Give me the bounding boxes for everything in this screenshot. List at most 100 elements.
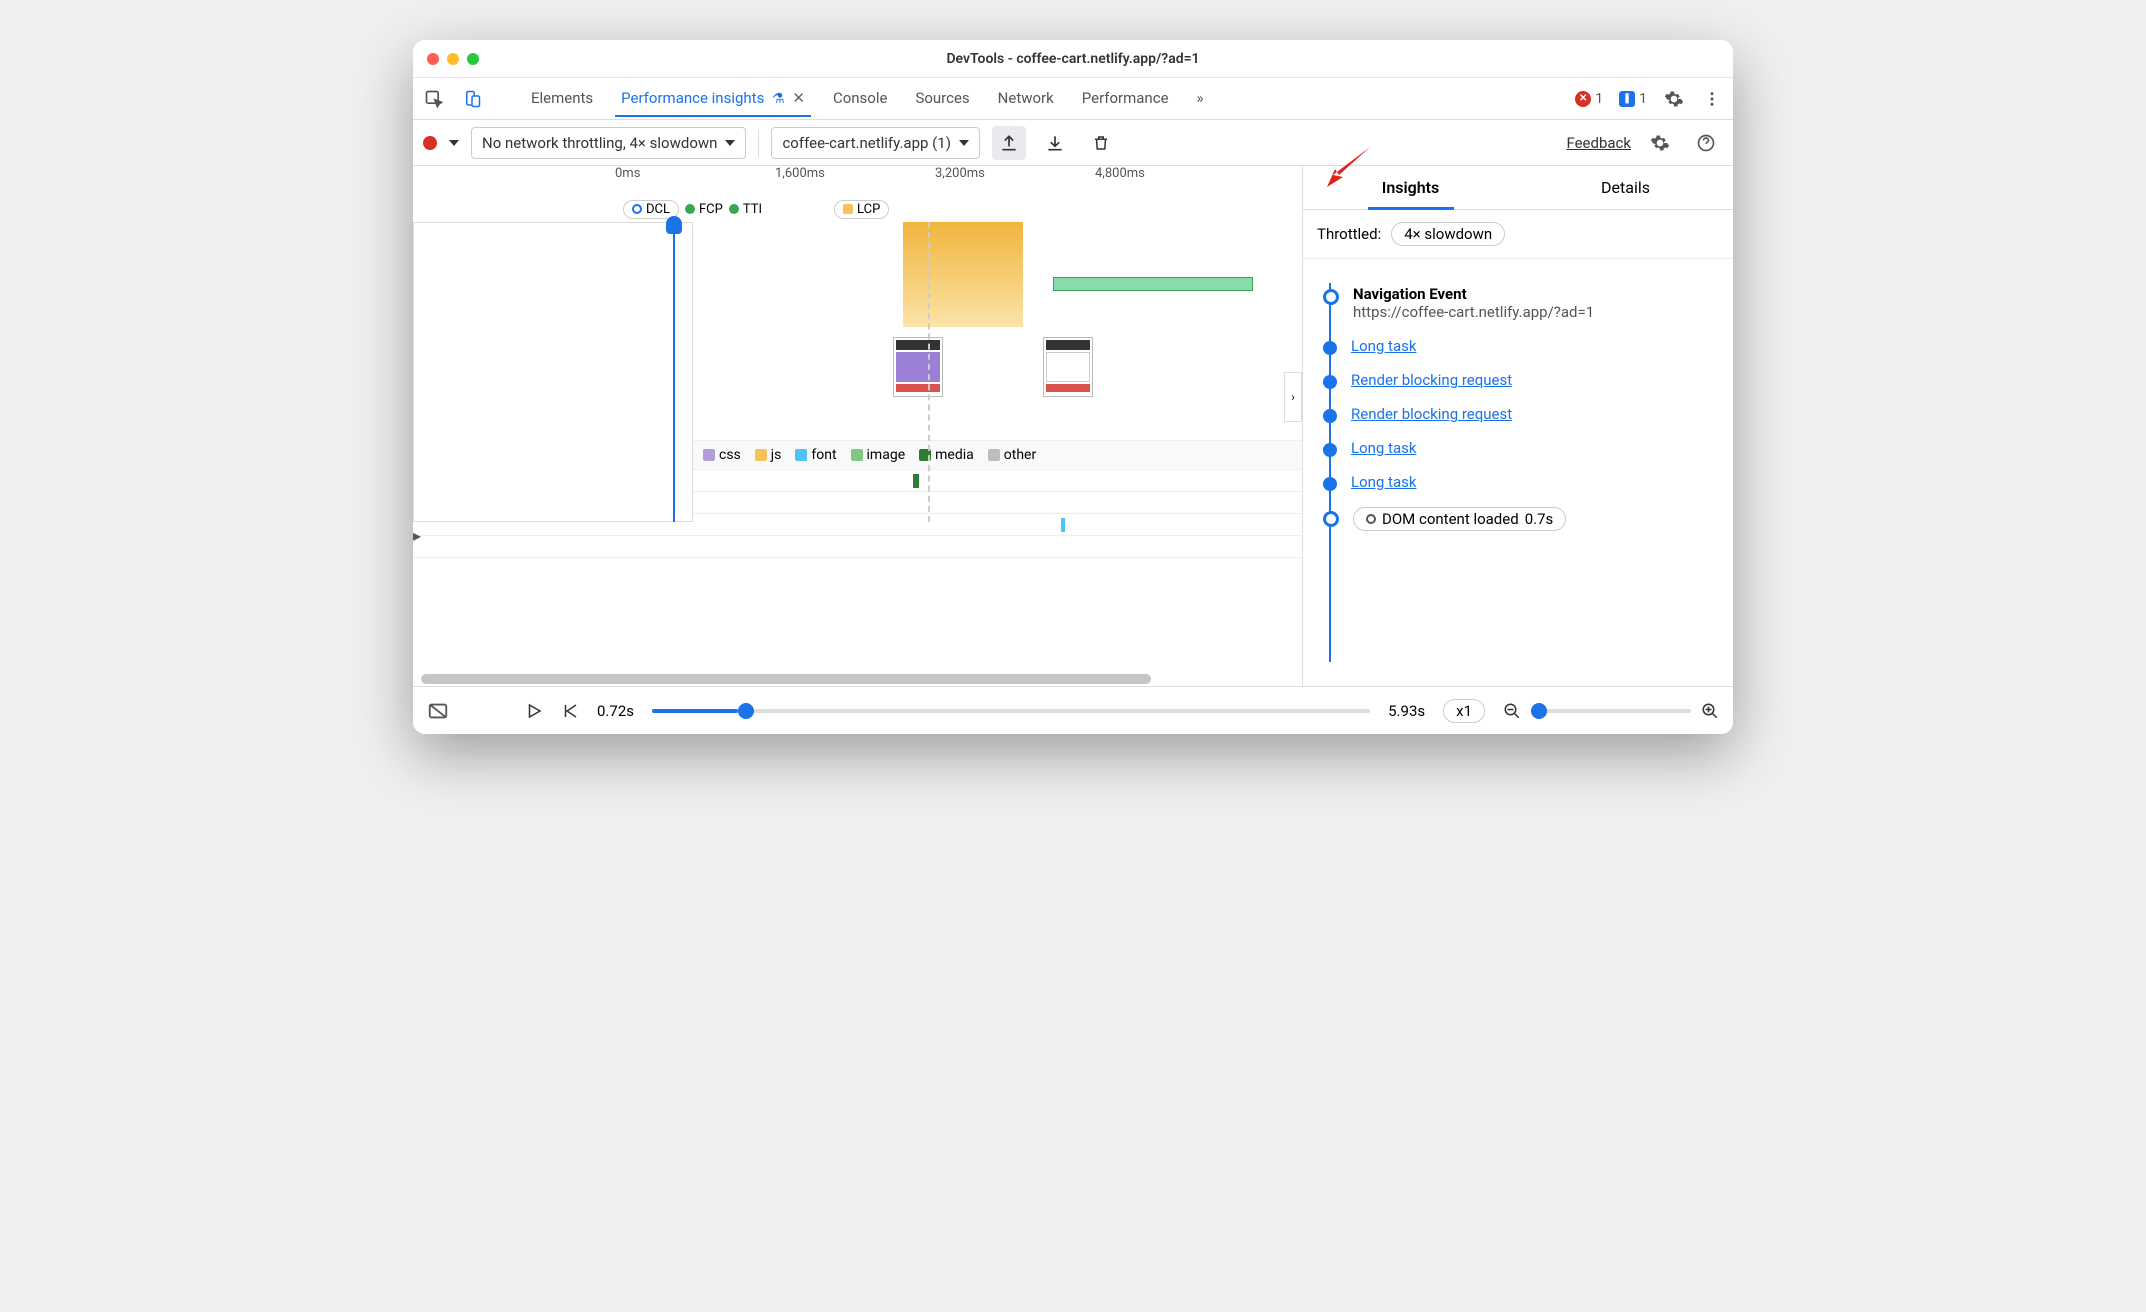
bullet-icon <box>1323 511 1339 527</box>
marker-tti[interactable]: TTI <box>729 202 762 217</box>
overview-track[interactable]: css js font image media other › <box>413 222 1302 522</box>
marker-fcp[interactable]: FCP <box>685 202 723 217</box>
help-icon[interactable] <box>1689 126 1723 160</box>
tab-elements[interactable]: Elements <box>525 81 599 116</box>
tab-sources[interactable]: Sources <box>909 81 975 116</box>
feedback-link[interactable]: Feedback <box>1566 134 1631 152</box>
bullet-icon <box>1323 289 1339 305</box>
main-thread-block[interactable] <box>903 222 1023 327</box>
chevron-down-icon <box>725 138 735 148</box>
device-toolbar-icon[interactable] <box>461 88 483 110</box>
expand-track-icon[interactable]: ▸ <box>413 526 427 540</box>
dcl-label: DOM content loaded <box>1382 510 1519 528</box>
dcl-time: 0.7s <box>1525 510 1554 528</box>
import-button[interactable] <box>1038 126 1072 160</box>
record-menu-icon[interactable] <box>449 138 459 148</box>
ruler-tick: 3,200ms <box>929 166 1089 196</box>
record-button[interactable] <box>423 136 437 150</box>
scrubber[interactable] <box>652 709 1370 713</box>
filmstrip-blank <box>413 222 693 522</box>
message-count: 1 <box>1639 91 1647 107</box>
zoom-out-icon[interactable] <box>1503 702 1521 720</box>
message-badge[interactable]: ❚ 1 <box>1619 91 1647 107</box>
minimize-window-icon[interactable] <box>447 53 459 65</box>
devtools-window: DevTools - coffee-cart.netlify.app/?ad=1… <box>413 40 1733 734</box>
bullet-icon <box>1323 375 1337 389</box>
settings-icon[interactable] <box>1663 88 1685 110</box>
main-area: 0ms 1,600ms 3,200ms 4,800ms DCL FCP TTI … <box>413 166 1733 686</box>
export-button[interactable] <box>992 126 1026 160</box>
zoom-window-icon[interactable] <box>467 53 479 65</box>
throttling-value: No network throttling, 4× slowdown <box>482 134 717 152</box>
inspect-icon[interactable] <box>423 88 445 110</box>
throttle-info: Throttled: 4× slowdown <box>1303 210 1733 259</box>
delete-button[interactable] <box>1084 126 1118 160</box>
playhead[interactable] <box>673 222 675 522</box>
close-tab-icon[interactable]: ✕ <box>792 89 805 107</box>
kebab-menu-icon[interactable] <box>1701 88 1723 110</box>
throttle-label: Throttled: <box>1317 225 1381 243</box>
screenshot-thumb[interactable] <box>1043 337 1093 397</box>
play-icon[interactable] <box>525 702 543 720</box>
bullet-icon <box>1323 409 1337 423</box>
rewind-icon[interactable] <box>561 702 579 720</box>
tab-console[interactable]: Console <box>827 81 894 116</box>
ruler-tick: 4,800ms <box>1089 166 1249 196</box>
insight-dcl[interactable]: DOM content loaded 0.7s <box>1323 507 1719 531</box>
marker-lcp[interactable]: LCP <box>834 200 889 219</box>
tab-performance-insights[interactable]: Performance insights ⚗ ✕ <box>615 81 811 116</box>
separator <box>758 129 759 157</box>
insight-item[interactable]: Render blocking request <box>1323 371 1719 389</box>
nav-event-title: Navigation Event <box>1353 285 1594 303</box>
insight-link[interactable]: Long task <box>1351 473 1416 491</box>
traffic-lights <box>427 53 479 65</box>
screenshot-thumb[interactable] <box>893 337 943 397</box>
zoom-in-icon[interactable] <box>1701 702 1719 720</box>
toolbar: No network throttling, 4× slowdown coffe… <box>413 120 1733 166</box>
annotation-arrow-icon <box>1325 145 1375 189</box>
greenblock[interactable] <box>1053 277 1253 291</box>
playback-bar: 0.72s 5.93s x1 <box>413 686 1733 734</box>
sidebar-panel: Insights Details Throttled: 4× slowdown … <box>1303 166 1733 686</box>
time-ruler[interactable]: 0ms 1,600ms 3,200ms 4,800ms <box>413 166 1302 196</box>
insight-navigation[interactable]: Navigation Event https://coffee-cart.net… <box>1323 285 1719 321</box>
tab-details[interactable]: Details <box>1518 166 1733 209</box>
expand-sidebar-icon[interactable]: › <box>1284 372 1302 422</box>
insight-link[interactable]: Render blocking request <box>1351 405 1512 423</box>
throttling-select[interactable]: No network throttling, 4× slowdown <box>471 127 746 159</box>
tab-more[interactable]: » <box>1191 81 1210 116</box>
chevron-down-icon <box>959 138 969 148</box>
ruler-tick: 0ms <box>609 166 769 196</box>
error-icon: ✕ <box>1575 91 1591 107</box>
error-badge[interactable]: ✕ 1 <box>1575 91 1603 107</box>
error-count: 1 <box>1595 91 1603 107</box>
insight-item[interactable]: Long task <box>1323 473 1719 491</box>
zoom-slider[interactable] <box>1531 709 1691 713</box>
insight-link[interactable]: Render blocking request <box>1351 371 1512 389</box>
target-select[interactable]: coffee-cart.netlify.app (1) <box>771 127 979 159</box>
close-window-icon[interactable] <box>427 53 439 65</box>
timeline-panel: 0ms 1,600ms 3,200ms 4,800ms DCL FCP TTI … <box>413 166 1303 686</box>
speed-chip[interactable]: x1 <box>1443 699 1485 723</box>
target-value: coffee-cart.netlify.app (1) <box>782 134 950 152</box>
insight-item[interactable]: Long task <box>1323 337 1719 355</box>
panel-settings-icon[interactable] <box>1643 126 1677 160</box>
insight-link[interactable]: Long task <box>1351 337 1416 355</box>
tab-performance[interactable]: Performance <box>1076 81 1175 116</box>
main-tabbar: Elements Performance insights ⚗ ✕ Consol… <box>413 78 1733 120</box>
titlebar: DevTools - coffee-cart.netlify.app/?ad=1 <box>413 40 1733 78</box>
bullet-icon <box>1323 477 1337 491</box>
insight-item[interactable]: Render blocking request <box>1323 405 1719 423</box>
insight-link[interactable]: Long task <box>1351 439 1416 457</box>
h-scrollbar[interactable] <box>413 672 1302 686</box>
tab-network[interactable]: Network <box>992 81 1060 116</box>
insights-list: Navigation Event https://coffee-cart.net… <box>1303 259 1733 686</box>
marker-line <box>928 222 930 522</box>
throttle-chip: 4× slowdown <box>1391 222 1505 246</box>
insight-item[interactable]: Long task <box>1323 439 1719 457</box>
zoom-controls <box>1503 702 1719 720</box>
toggle-visibility-icon[interactable] <box>427 700 449 722</box>
marker-row: DCL FCP TTI LCP <box>413 196 1302 222</box>
tab-label: Performance insights <box>621 89 764 107</box>
time-end: 5.93s <box>1388 702 1425 720</box>
